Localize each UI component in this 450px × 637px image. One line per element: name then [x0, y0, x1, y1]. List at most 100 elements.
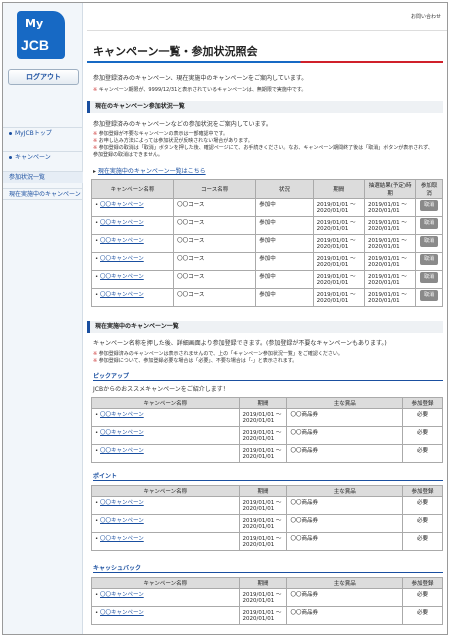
status-cell: 参加中 [255, 216, 314, 235]
col-header: 期間 [238, 577, 288, 589]
course-cell: 〇〇コース [173, 288, 257, 307]
participation-table: キャンペーン名称 コース名称 状況 期間 抽選結果(予定)時期 参加取消 • 〇… [90, 179, 443, 307]
section-participation-lead: 参加登録済みのキャンペーンなどの参加状況をご案内しています。 [93, 121, 272, 128]
registration-cell: 必要 [402, 532, 443, 551]
campaign-link[interactable]: 〇〇キャンペーン [100, 592, 144, 598]
note-text: 参加登録について、参加登録必要な場合は「必要」、不要な場合は「-」と表示されます… [98, 358, 298, 364]
sidebar-item-participation-list[interactable]: 参加状況一覧 [3, 171, 83, 183]
campaign-name-cell: • 〇〇キャンペーン [91, 606, 240, 625]
myjcb-logo[interactable]: My JCB [17, 11, 65, 59]
prize-cell: 〇〇商品券 [286, 496, 404, 515]
table-row: • 〇〇キャンペーン 〇〇コース 参加中 2019/01/01 〜 2020/01/0… [90, 198, 443, 217]
table-row: • 〇〇キャンペーン 2019/01/01 〜 2020/01/01 〇〇商品券 必要 [91, 532, 443, 551]
campaign-link[interactable]: 〇〇キャンペーン [100, 412, 144, 418]
period-cell: 2019/01/01 〜 2020/01/01 [238, 514, 288, 533]
campaign-link[interactable]: 〇〇キャンペーン [100, 448, 144, 454]
cancel-cell: 取消 [415, 270, 443, 289]
campaign-name-cell: • 〇〇キャンペーン [91, 496, 240, 515]
draw-date-cell: 2019/01/01 〜 2020/01/01 [363, 234, 417, 253]
bullet-icon [9, 156, 12, 159]
cashback-heading: キャッシュバック [93, 565, 142, 572]
section-current-lead: キャンペーン名称を押した後、詳細画面より参加登録できます。(参加登録が不要なキャ… [93, 340, 387, 347]
draw-date-cell: 2019/01/01 〜 2020/01/01 [363, 198, 417, 217]
col-header: 参加登録 [402, 397, 443, 409]
col-header: 主な賞品 [286, 577, 404, 589]
pickup-table: キャンペーン名称 期間 主な賞品 参加登録 • 〇〇キャンペーン 2019/01/… [91, 397, 443, 463]
point-table: キャンペーン名称 期間 主な賞品 参加登録 • 〇〇キャンペーン 2019/01/… [91, 485, 443, 551]
sidebar-item-label: MyJCBトップ [15, 130, 52, 137]
campaign-link[interactable]: 〇〇キャンペーン [100, 430, 144, 436]
campaign-link[interactable]: 〇〇キャンペーン [100, 500, 144, 506]
registration-cell: 必要 [402, 606, 443, 625]
sidebar-item-label: 参加状況一覧 [9, 174, 46, 181]
course-cell: 〇〇コース [173, 234, 257, 253]
cashback-divider [93, 572, 443, 573]
campaign-link[interactable]: 〇〇キャンペーン [100, 220, 144, 226]
prize-cell: 〇〇商品券 [286, 588, 404, 607]
table-row: • 〇〇キャンペーン 〇〇コース 参加中 2019/01/01 〜 2020/01/0… [90, 270, 443, 289]
campaign-name-cell: • 〇〇キャンペーン [90, 234, 175, 253]
registration-cell: 必要 [402, 408, 443, 427]
campaign-link[interactable]: 〇〇キャンペーン [100, 610, 144, 616]
col-header: 参加登録 [402, 577, 443, 589]
period-cell: 2019/01/01 〜 2020/01/01 [312, 198, 365, 217]
status-cell: 参加中 [255, 270, 314, 289]
campaign-name-cell: • 〇〇キャンペーン [90, 288, 175, 307]
cancel-button[interactable]: 取消 [420, 200, 439, 211]
campaign-link[interactable]: 〇〇キャンペーン [100, 202, 144, 208]
logout-button[interactable]: ログアウト [8, 69, 79, 85]
campaign-name-cell: • 〇〇キャンペーン [90, 270, 175, 289]
top-bar: お問い合わせ [87, 3, 447, 31]
campaign-name-cell: • 〇〇キャンペーン [91, 588, 240, 607]
cancel-button[interactable]: 取消 [420, 236, 439, 247]
col-header: 主な賞品 [286, 485, 404, 497]
table-row: • 〇〇キャンペーン 〇〇コース 参加中 2019/01/01 〜 2020/01/0… [90, 288, 443, 307]
bullet-icon [9, 132, 12, 135]
course-cell: 〇〇コース [173, 252, 257, 271]
period-cell: 2019/01/01 〜 2020/01/01 [238, 588, 288, 607]
prize-cell: 〇〇商品券 [286, 514, 404, 533]
sidebar-item-myjcb-top[interactable]: MyJCBトップ [3, 127, 83, 139]
campaign-link[interactable]: 〇〇キャンペーン [100, 292, 144, 298]
campaign-link[interactable]: 〇〇キャンペーン [100, 256, 144, 262]
course-cell: 〇〇コース [173, 270, 257, 289]
col-header: キャンペーン名称 [90, 179, 175, 199]
cancel-cell: 取消 [415, 252, 443, 271]
cancel-button[interactable]: 取消 [420, 272, 439, 283]
help-link[interactable]: お問い合わせ [411, 13, 441, 20]
current-campaigns-link-text[interactable]: 現在実施中のキャンペーン一覧はこちら [98, 168, 206, 175]
period-cell: 2019/01/01 〜 2020/01/01 [238, 408, 288, 427]
period-cell: 2019/01/01 〜 2020/01/01 [312, 270, 365, 289]
note-line: ※ 参加登録の取消は「取消」ボタンを押した後、確認ページにて、お手続きください。… [93, 145, 433, 158]
cancel-button[interactable]: 取消 [420, 218, 439, 229]
sidebar-item-current-campaigns[interactable]: 現在実施中のキャンペーン [3, 188, 83, 200]
table-row: • 〇〇キャンペーン 2019/01/01 〜 2020/01/01 〇〇商品券 必要 [91, 408, 443, 427]
sidebar-item-campaign[interactable]: キャンペーン [3, 151, 83, 163]
table-row: • 〇〇キャンペーン 2019/01/01 〜 2020/01/01 〇〇商品券 必要 [91, 426, 443, 445]
table-row: • 〇〇キャンペーン 〇〇コース 参加中 2019/01/01 〜 2020/01/0… [90, 252, 443, 271]
campaign-link[interactable]: 〇〇キャンペーン [100, 536, 144, 542]
col-header: 状況 [255, 179, 314, 199]
status-cell: 参加中 [255, 252, 314, 271]
campaign-name-cell: • 〇〇キャンペーン [91, 444, 240, 463]
pickup-heading: ピックアップ [93, 373, 130, 380]
status-cell: 参加中 [255, 234, 314, 253]
table-row: • 〇〇キャンペーン 2019/01/01 〜 2020/01/01 〇〇商品券 必要 [91, 496, 443, 515]
intro-text: 参加登録済みのキャンペーン、現在実施中のキャンペーンをご案内しています。 [93, 75, 308, 82]
current-campaigns-link[interactable]: ▸ 現在実施中のキャンペーン一覧はこちら [93, 166, 206, 175]
table-row: • 〇〇キャンペーン 2019/01/01 〜 2020/01/01 〇〇商品券 必要 [91, 588, 443, 607]
campaign-link[interactable]: 〇〇キャンペーン [100, 238, 144, 244]
campaign-link[interactable]: 〇〇キャンペーン [100, 274, 144, 280]
period-cell: 2019/01/01 〜 2020/01/01 [238, 444, 288, 463]
participation-notes: ※ 参加登録が不要なキャンペーンの表示は一部確認中です。 ※ お申し込み方法によ… [93, 130, 433, 158]
cancel-button[interactable]: 取消 [420, 290, 439, 301]
draw-date-cell: 2019/01/01 〜 2020/01/01 [363, 216, 417, 235]
course-cell: 〇〇コース [173, 216, 257, 235]
note-line: ※ 参加登録済みのキャンペーンは表示されませんので、上の「キャンペーン参加状況一… [93, 351, 343, 357]
campaign-link[interactable]: 〇〇キャンペーン [100, 518, 144, 524]
col-header: 期間 [312, 179, 365, 199]
table-row: • 〇〇キャンペーン 2019/01/01 〜 2020/01/01 〇〇商品券 必要 [91, 514, 443, 533]
col-header: キャンペーン名称 [91, 577, 240, 589]
prize-cell: 〇〇商品券 [286, 408, 404, 427]
cancel-button[interactable]: 取消 [420, 254, 439, 265]
